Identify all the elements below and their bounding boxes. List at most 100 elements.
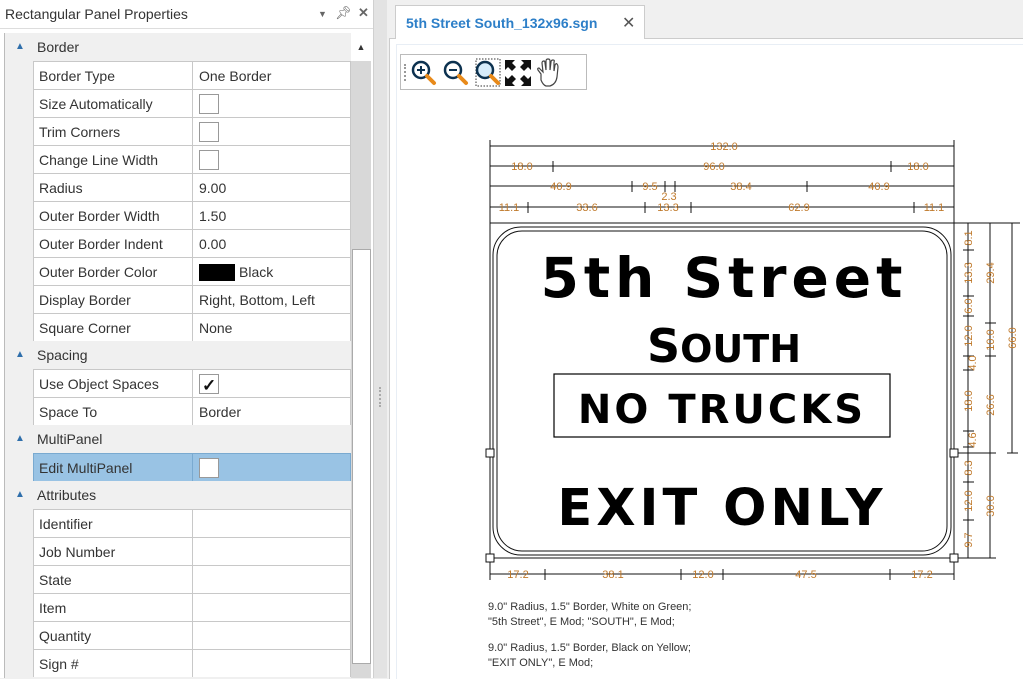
property-value: Right, Bottom, Left bbox=[199, 292, 315, 308]
property-row-job-number[interactable]: Job Number bbox=[5, 537, 351, 565]
property-name: Use Object Spaces bbox=[33, 369, 193, 397]
property-row-identifier[interactable]: Identifier bbox=[5, 509, 351, 537]
property-value-cell[interactable] bbox=[192, 509, 351, 537]
dimension-label: 12.0 bbox=[963, 490, 975, 511]
resize-handle[interactable] bbox=[485, 448, 495, 458]
property-row-item[interactable]: Item bbox=[5, 593, 351, 621]
sign-line-5th-street[interactable]: 5th Street bbox=[541, 246, 908, 310]
property-value-cell[interactable]: 1.50 bbox=[192, 201, 351, 229]
property-row-outer-border-color[interactable]: Outer Border Color Black bbox=[5, 257, 351, 285]
property-name: Outer Border Width bbox=[33, 201, 193, 229]
splitter-grip-icon[interactable] bbox=[379, 387, 383, 407]
property-row-radius[interactable]: Radius 9.00 bbox=[5, 173, 351, 201]
size-automatically-checkbox[interactable] bbox=[199, 94, 219, 115]
category-multipanel[interactable]: ▲ MultiPanel bbox=[5, 425, 351, 453]
category-border[interactable]: ▲ Border bbox=[5, 33, 351, 61]
collapse-chevron-icon[interactable]: ▲ bbox=[15, 341, 25, 369]
resize-handle[interactable] bbox=[949, 448, 959, 458]
south-first-letter: S bbox=[647, 319, 680, 373]
sign-line-no-trucks[interactable]: NO TRUCKS bbox=[578, 387, 866, 433]
scroll-up-arrow-icon[interactable]: ▲ bbox=[351, 33, 371, 61]
property-row-square-corner[interactable]: Square Corner None bbox=[5, 313, 351, 341]
dimension-label: 62.9 bbox=[788, 202, 809, 214]
property-row-space-to[interactable]: Space To Border bbox=[5, 397, 351, 425]
pin-icon[interactable]: 📌︎ bbox=[335, 5, 352, 21]
resize-handle[interactable] bbox=[485, 553, 495, 563]
property-row-outer-border-width[interactable]: Outer Border Width 1.50 bbox=[5, 201, 351, 229]
property-row-outer-border-indent[interactable]: Outer Border Indent 0.00 bbox=[5, 229, 351, 257]
property-name: Quantity bbox=[33, 621, 193, 649]
scrollbar-thumb[interactable] bbox=[352, 249, 371, 664]
dimension-label: 66.0 bbox=[1007, 327, 1019, 348]
sign-line-south[interactable]: SOUTH bbox=[647, 319, 801, 373]
category-label: Attributes bbox=[37, 487, 97, 503]
property-name: Space To bbox=[33, 397, 193, 425]
collapse-chevron-icon[interactable]: ▲ bbox=[15, 425, 25, 453]
dimension-label: 9.5 bbox=[642, 181, 657, 193]
change-line-width-checkbox[interactable] bbox=[199, 150, 219, 171]
dimension-label: 11.1 bbox=[499, 202, 520, 214]
sign-drawing: 5th Street SOUTH NO TRUCKS EXIT ONLY 132… bbox=[485, 140, 1020, 581]
dimension-label: 11.1 bbox=[924, 202, 945, 214]
property-value-cell[interactable]: One Border bbox=[192, 61, 351, 89]
note-line: "5th Street", E Mod; "SOUTH", E Mod; bbox=[488, 616, 675, 628]
sign-line-exit-only[interactable]: EXIT ONLY bbox=[557, 479, 886, 538]
property-grid: ▲ Border Border Type One Border Size Automat… bbox=[4, 33, 351, 678]
property-row-quantity[interactable]: Quantity bbox=[5, 621, 351, 649]
property-row-size-automatically[interactable]: Size Automatically bbox=[5, 89, 351, 117]
property-row-use-object-spaces[interactable]: Use Object Spaces bbox=[5, 369, 351, 400]
property-row-edit-multipanel[interactable]: Edit MultiPanel bbox=[5, 453, 351, 481]
property-row-border-type[interactable]: Border Type One Border bbox=[5, 61, 351, 89]
note-line: 9.0" Radius, 1.5" Border, Black on Yello… bbox=[488, 642, 691, 654]
trim-corners-checkbox[interactable] bbox=[199, 122, 219, 143]
dimension-label: 8.1 bbox=[963, 230, 975, 245]
category-spacing[interactable]: ▲ Spacing bbox=[5, 341, 351, 369]
property-value-cell[interactable] bbox=[192, 117, 351, 145]
property-value-cell[interactable] bbox=[192, 453, 351, 481]
property-value-cell[interactable]: Border bbox=[192, 397, 351, 425]
property-row-change-line-width[interactable]: Change Line Width bbox=[5, 145, 351, 173]
property-row-display-border[interactable]: Display Border Right, Bottom, Left bbox=[5, 285, 351, 313]
property-value-cell[interactable]: 0.00 bbox=[192, 229, 351, 257]
properties-panel-title: Rectangular Panel Properties bbox=[5, 6, 188, 22]
collapse-chevron-icon[interactable]: ▲ bbox=[15, 33, 25, 61]
properties-panel: Rectangular Panel Properties ▼ 📌︎ ✕ ▲ Bor… bbox=[0, 0, 378, 678]
property-name: Outer Border Indent bbox=[33, 229, 193, 257]
property-name: State bbox=[33, 565, 193, 593]
property-value-cell[interactable]: None bbox=[192, 313, 351, 341]
property-value-cell[interactable] bbox=[192, 649, 351, 677]
close-tab-icon[interactable]: ✕ bbox=[622, 13, 635, 33]
collapse-chevron-icon[interactable]: ▲ bbox=[15, 481, 25, 509]
document-tab-title[interactable]: 5th Street South_132x96.sgn bbox=[406, 15, 597, 31]
property-value-cell[interactable] bbox=[192, 145, 351, 173]
dimension-label: 12.0 bbox=[963, 325, 975, 346]
category-label: MultiPanel bbox=[37, 431, 103, 447]
property-row-state[interactable]: State bbox=[5, 565, 351, 593]
use-object-spaces-checkbox[interactable] bbox=[199, 372, 219, 400]
property-name: Square Corner bbox=[33, 313, 193, 341]
property-value-cell[interactable] bbox=[192, 621, 351, 649]
property-value-cell[interactable] bbox=[192, 537, 351, 565]
property-value-cell[interactable]: Black bbox=[192, 257, 351, 285]
south-rest: OUTH bbox=[680, 327, 801, 371]
property-value-cell[interactable] bbox=[192, 89, 351, 117]
property-value-cell[interactable] bbox=[192, 369, 351, 400]
resize-handle[interactable] bbox=[949, 553, 959, 563]
property-value-cell[interactable] bbox=[192, 593, 351, 621]
sign-note-2: 9.0" Radius, 1.5" Border, Black on Yello… bbox=[488, 641, 691, 671]
property-grid-scrollbar[interactable]: ▲ bbox=[351, 33, 371, 678]
dimension-label: 26.6 bbox=[985, 394, 997, 415]
property-name: Change Line Width bbox=[33, 145, 193, 173]
property-value-cell[interactable]: Right, Bottom, Left bbox=[192, 285, 351, 313]
property-value-cell[interactable]: 9.00 bbox=[192, 173, 351, 201]
property-value-cell[interactable] bbox=[192, 565, 351, 593]
document-tab[interactable]: 5th Street South_132x96.sgn ✕ bbox=[395, 5, 645, 39]
property-row-trim-corners[interactable]: Trim Corners bbox=[5, 117, 351, 145]
panel-splitter[interactable] bbox=[373, 0, 387, 678]
dropdown-arrow-icon[interactable]: ▼ bbox=[318, 9, 327, 19]
note-line: 9.0" Radius, 1.5" Border, White on Green… bbox=[488, 601, 692, 613]
property-row-sign[interactable]: Sign # bbox=[5, 649, 351, 677]
edit-multipanel-checkbox[interactable] bbox=[199, 458, 219, 479]
close-icon[interactable]: ✕ bbox=[358, 5, 369, 21]
category-attributes[interactable]: ▲ Attributes bbox=[5, 481, 351, 509]
